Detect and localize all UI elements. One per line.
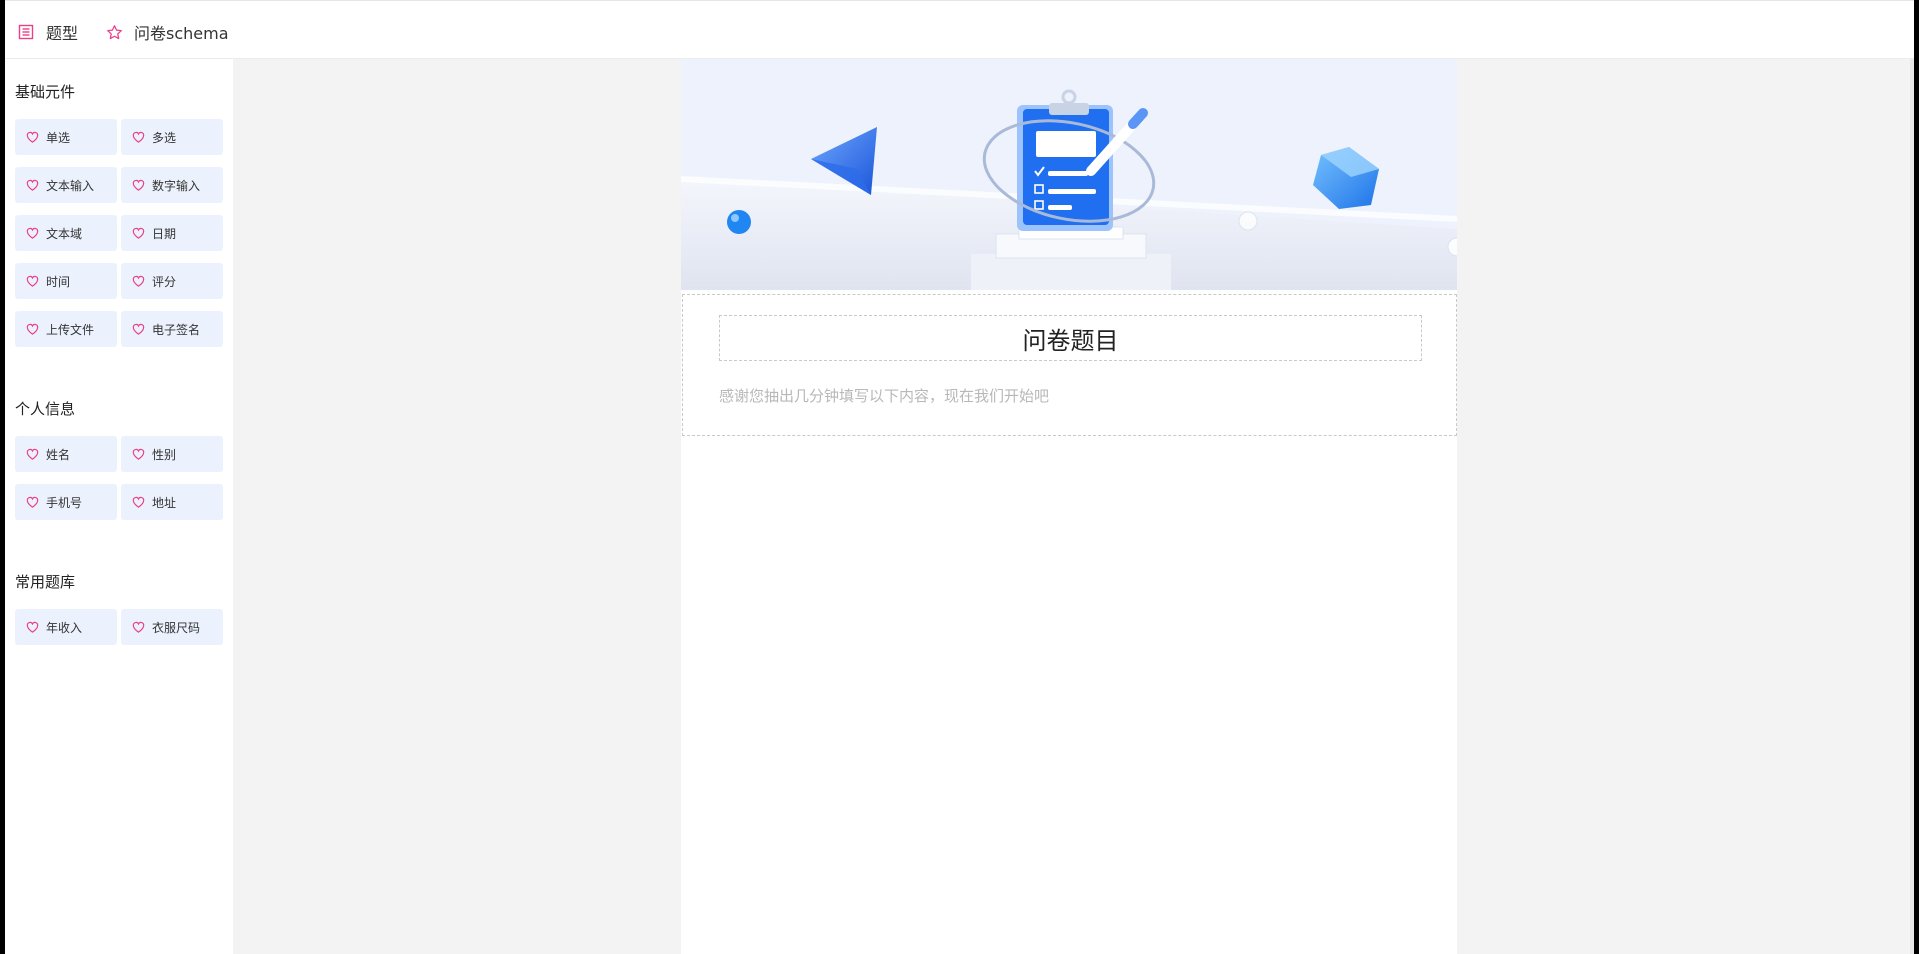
- component-time[interactable]: 时间: [15, 263, 117, 299]
- component-annual-income[interactable]: 年收入: [15, 609, 117, 645]
- component-textarea[interactable]: 文本域: [15, 215, 117, 251]
- survey-canvas: 问卷题目 感谢您抽出几分钟填写以下内容，现在我们开始吧: [681, 59, 1457, 954]
- component-rating[interactable]: 评分: [121, 263, 223, 299]
- component-label: 年收入: [46, 620, 83, 635]
- heart-icon: [25, 495, 39, 509]
- top-toolbar: 题型 问卷schema: [5, 0, 1914, 59]
- heart-icon: [131, 274, 145, 288]
- component-number-input[interactable]: 数字输入: [121, 167, 223, 203]
- tab-survey-schema-label: 问卷schema: [134, 24, 229, 43]
- heart-icon: [25, 322, 39, 336]
- tab-question-types[interactable]: 题型: [16, 20, 78, 44]
- component-label: 地址: [152, 495, 177, 510]
- component-multi-choice[interactable]: 多选: [121, 119, 223, 155]
- survey-title-input[interactable]: 问卷题目: [719, 315, 1422, 361]
- component-e-signature[interactable]: 电子签名: [121, 311, 223, 347]
- group-title-personal: 个人信息: [15, 400, 76, 418]
- survey-header-block[interactable]: 问卷题目 感谢您抽出几分钟填写以下内容，现在我们开始吧: [682, 294, 1457, 436]
- heart-icon: [131, 178, 145, 192]
- component-label: 电子签名: [152, 322, 201, 337]
- heart-icon: [131, 322, 145, 336]
- list-icon: [16, 22, 36, 42]
- heart-icon: [131, 495, 145, 509]
- component-gender[interactable]: 性别: [121, 436, 223, 472]
- heart-icon: [131, 447, 145, 461]
- component-label: 衣服尺码: [152, 620, 201, 635]
- component-single-choice[interactable]: 单选: [15, 119, 117, 155]
- component-clothing-size[interactable]: 衣服尺码: [121, 609, 223, 645]
- survey-banner-image: [681, 59, 1457, 290]
- component-label: 多选: [152, 130, 177, 145]
- heart-icon: [25, 620, 39, 634]
- heart-icon: [131, 226, 145, 240]
- heart-icon: [131, 130, 145, 144]
- tab-question-types-label: 题型: [46, 24, 79, 43]
- component-address[interactable]: 地址: [121, 484, 223, 520]
- component-label: 评分: [152, 274, 177, 289]
- component-name[interactable]: 姓名: [15, 436, 117, 472]
- vertical-scrollbar[interactable]: [1910, 59, 1914, 954]
- heart-icon: [25, 130, 39, 144]
- component-label: 单选: [46, 130, 71, 145]
- heart-icon: [25, 447, 39, 461]
- component-text-input[interactable]: 文本输入: [15, 167, 117, 203]
- heart-icon: [25, 226, 39, 240]
- group-title-common: 常用题库: [15, 573, 76, 591]
- component-label: 性别: [152, 447, 177, 462]
- heart-icon: [131, 620, 145, 634]
- component-file-upload[interactable]: 上传文件: [15, 311, 117, 347]
- component-phone[interactable]: 手机号: [15, 484, 117, 520]
- component-label: 数字输入: [152, 178, 201, 193]
- component-label: 手机号: [46, 495, 83, 510]
- component-sidebar: 基础元件 单选 多选 文本输入 数字输入 文本域 日期 时间 评分 上传文件 电…: [5, 59, 233, 954]
- component-label: 上传文件: [46, 322, 95, 337]
- app-window: 题型 问卷schema 基础元件 单选 多选 文本输入 数字输入 文本域 日期 …: [5, 0, 1914, 954]
- component-label: 文本输入: [46, 178, 95, 193]
- component-label: 文本域: [46, 226, 83, 241]
- group-title-basic: 基础元件: [15, 83, 76, 101]
- star-icon: [104, 22, 124, 42]
- component-date[interactable]: 日期: [121, 215, 223, 251]
- component-label: 姓名: [46, 447, 71, 462]
- survey-description[interactable]: 感谢您抽出几分钟填写以下内容，现在我们开始吧: [719, 385, 1049, 406]
- heart-icon: [25, 274, 39, 288]
- component-label: 时间: [46, 274, 71, 289]
- heart-icon: [25, 178, 39, 192]
- tab-survey-schema[interactable]: 问卷schema: [104, 20, 229, 44]
- component-label: 日期: [152, 226, 177, 241]
